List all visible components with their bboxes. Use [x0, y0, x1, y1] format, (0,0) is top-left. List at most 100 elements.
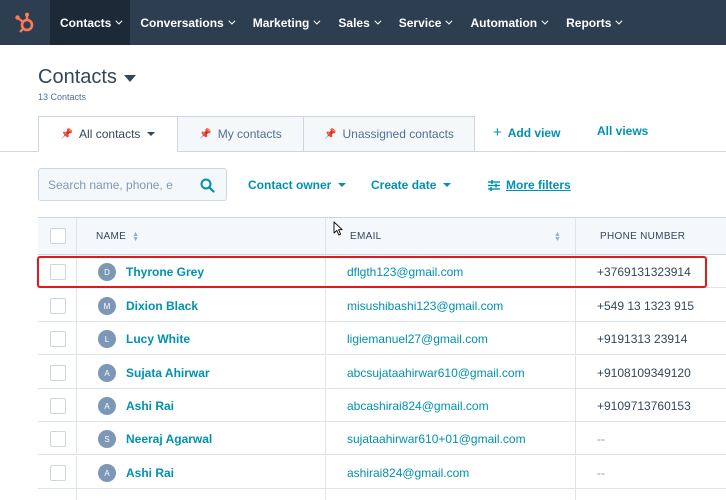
email-sort-control[interactable]: ▲ ▼: [548, 218, 561, 255]
avatar: A: [98, 397, 116, 415]
column-header-name[interactable]: NAME ▲ ▼: [96, 218, 139, 255]
nav-item-conversations[interactable]: Conversations: [130, 0, 242, 45]
contact-email-link[interactable]: misushibashi123@gmail.com: [347, 299, 503, 313]
filter-label: More filters: [506, 178, 571, 192]
row-checkbox[interactable]: [50, 431, 66, 447]
column-header-email[interactable]: EMAIL: [350, 218, 382, 255]
more-filters-button[interactable]: More filters: [488, 178, 571, 192]
contact-name-link[interactable]: Dixion Black: [126, 299, 198, 313]
table-row-partial: [38, 489, 726, 500]
contact-phone: +9108109349120: [597, 366, 691, 380]
column-divider: [575, 218, 576, 255]
contact-phone: +9109713760153: [597, 399, 691, 413]
chevron-down-icon: [115, 17, 123, 25]
contact-phone: --: [597, 466, 605, 480]
row-checkbox[interactable]: [50, 465, 66, 481]
pin-icon: 📌: [324, 128, 337, 140]
search-input[interactable]: [48, 177, 198, 192]
select-all-checkbox[interactable]: [50, 228, 66, 244]
column-divider: [575, 456, 576, 489]
contact-phone: +3769131323914: [597, 265, 691, 279]
avatar: M: [98, 297, 116, 315]
table-row: A Sujata Ahirwar abcsujataahirwar610@gma…: [38, 356, 726, 389]
tab-my-contacts[interactable]: 📌 My contacts: [177, 116, 304, 152]
contact-email-link[interactable]: abcashirai824@gmail.com: [347, 399, 489, 413]
pin-icon: 📌: [60, 128, 74, 140]
nav-item-contacts[interactable]: Contacts: [50, 0, 131, 45]
add-view-label: Add view: [507, 125, 561, 140]
column-divider: [325, 422, 326, 455]
column-divider: [76, 389, 77, 422]
caret-down-icon[interactable]: [147, 132, 156, 136]
column-divider: [325, 289, 326, 322]
avatar: S: [98, 430, 116, 448]
contact-owner-filter[interactable]: Contact owner: [248, 178, 347, 192]
contact-name-link[interactable]: Ashi Rai: [126, 466, 174, 480]
column-divider: [325, 356, 326, 389]
column-divider: [325, 218, 326, 255]
all-views-link[interactable]: All views: [597, 124, 648, 138]
table-row: D Thyrone Grey dflgth123@gmail.com +3769…: [38, 255, 726, 288]
nav-item-label: Reports: [566, 15, 612, 30]
table-row: S Neeraj Agarwal sujataahirwar610+01@gma…: [38, 422, 726, 455]
column-divider: [575, 422, 576, 455]
row-checkbox[interactable]: [50, 331, 66, 347]
row-checkbox[interactable]: [50, 398, 66, 414]
contact-phone: +9191313 23914: [597, 332, 688, 346]
avatar: A: [98, 364, 116, 382]
nav-item-reports[interactable]: Reports: [556, 0, 630, 45]
column-divider: [575, 389, 576, 422]
contact-email-link[interactable]: abcsujataahirwar610@gmail.com: [347, 366, 525, 380]
column-divider: [325, 489, 326, 500]
nav-item-label: Contacts: [60, 15, 112, 30]
row-checkbox[interactable]: [50, 264, 66, 280]
contact-name-link[interactable]: Neeraj Agarwal: [126, 432, 212, 446]
add-view-button[interactable]: + Add view: [493, 124, 560, 141]
plus-icon: +: [493, 124, 502, 141]
mouse-cursor-icon: [333, 221, 343, 236]
contact-email-link[interactable]: sujataahirwar610+01@gmail.com: [347, 432, 526, 446]
nav-item-automation[interactable]: Automation: [460, 0, 556, 45]
contact-name-link[interactable]: Thyrone Grey: [126, 265, 204, 279]
tab-all-contacts[interactable]: 📌 All contacts: [38, 116, 178, 152]
pin-icon: 📌: [199, 128, 212, 140]
sort-icon: ▲ ▼: [554, 230, 562, 243]
row-checkbox[interactable]: [50, 298, 66, 314]
contact-email-link[interactable]: ashirai824@gmail.com: [347, 466, 469, 480]
top-navigation: Contacts Conversations Marketing Sales S…: [0, 0, 726, 45]
column-header-phone[interactable]: PHONE NUMBER: [600, 218, 685, 255]
hubspot-logo-icon[interactable]: [0, 0, 50, 45]
avatar: D: [98, 263, 116, 281]
contact-email-link[interactable]: dflgth123@gmail.com: [347, 265, 463, 279]
nav-item-label: Marketing: [252, 15, 310, 30]
create-date-filter[interactable]: Create date: [371, 178, 452, 192]
column-divider: [325, 322, 326, 355]
tab-unassigned-contacts[interactable]: 📌 Unassigned contacts: [303, 116, 475, 152]
all-views-label: All views: [597, 124, 649, 138]
filter-label: Contact owner: [248, 178, 332, 192]
column-header-label: PHONE NUMBER: [600, 231, 686, 242]
contact-name-link[interactable]: Lucy White: [126, 332, 190, 346]
chevron-down-icon: [615, 17, 623, 25]
nav-item-sales[interactable]: Sales: [328, 0, 388, 45]
column-divider: [76, 218, 77, 255]
chevron-down-icon: [445, 17, 453, 25]
nav-item-label: Automation: [470, 15, 538, 30]
column-divider: [325, 255, 326, 288]
record-count: 13 Contacts: [38, 92, 87, 102]
contact-name-link[interactable]: Ashi Rai: [126, 399, 174, 413]
nav-item-service[interactable]: Service: [389, 0, 461, 45]
page-title[interactable]: Contacts: [38, 66, 136, 89]
search-icon[interactable]: [200, 178, 215, 193]
column-divider: [76, 456, 77, 489]
nav-item-marketing[interactable]: Marketing: [243, 0, 329, 45]
contact-email-link[interactable]: ligiemanuel27@gmail.com: [347, 332, 488, 346]
column-divider: [575, 289, 576, 322]
filter-label: Create date: [371, 178, 437, 192]
nav-item-label: Sales: [338, 15, 370, 30]
sliders-icon: [488, 179, 500, 191]
table-row: M Dixion Black misushibashi123@gmail.com…: [38, 289, 726, 322]
contact-name-link[interactable]: Sujata Ahirwar: [126, 366, 210, 380]
table-row: L Lucy White ligiemanuel27@gmail.com +91…: [38, 322, 726, 355]
row-checkbox[interactable]: [50, 365, 66, 381]
